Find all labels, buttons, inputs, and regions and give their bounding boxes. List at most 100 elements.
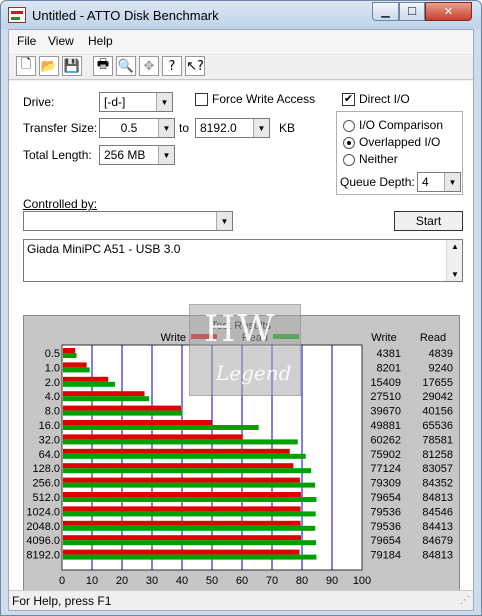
bar-read [63, 511, 316, 517]
bar-read [63, 540, 317, 546]
bar-write [63, 448, 290, 454]
print-preview-button[interactable]: 🔍 [116, 56, 136, 76]
table-write-value: 75902 [370, 449, 401, 461]
table-write-value: 79184 [370, 550, 401, 562]
maximize-button[interactable]: ☐ [399, 2, 425, 21]
chevron-down-icon[interactable]: ▼ [158, 119, 174, 137]
queue-depth-label: Queue Depth: [340, 175, 415, 189]
bar-write [63, 434, 243, 440]
bar-write [63, 405, 182, 411]
move-icon: ✥ [143, 58, 155, 74]
direct-io-checkbox[interactable]: ✔ [342, 93, 355, 106]
bar-read [63, 367, 90, 373]
io-comparison-radio[interactable] [343, 120, 355, 132]
bar-write [63, 376, 109, 382]
bar-write [63, 506, 301, 512]
status-text: For Help, press F1 [12, 594, 112, 608]
menu-help[interactable]: Help [88, 34, 113, 48]
bar-read [63, 410, 183, 416]
bar-read [63, 396, 150, 402]
drive-value: [-d-] [104, 95, 126, 109]
start-button[interactable]: Start [394, 211, 463, 231]
resize-grip-icon[interactable]: ⋰ [460, 595, 470, 606]
queue-depth-value: 4 [422, 175, 429, 189]
hwlegend-watermark: HW Legend [189, 304, 301, 396]
transfer-from-select[interactable]: 0.5 ▼ [99, 118, 175, 138]
minimize-button[interactable]: ▁ [372, 2, 399, 21]
transfer-to-value: 8192.0 [200, 121, 237, 135]
description-scrollbar[interactable]: ▲ ▼ [446, 240, 462, 281]
chevron-down-icon[interactable]: ▼ [253, 119, 269, 137]
menu-view[interactable]: View [48, 34, 74, 48]
chevron-down-icon[interactable]: ▼ [216, 212, 232, 230]
table-write-value: 60262 [370, 434, 401, 446]
close-button[interactable]: ✕ [425, 2, 472, 21]
scroll-down-icon[interactable]: ▼ [451, 270, 459, 279]
neither-label: Neither [359, 152, 398, 166]
neither-radio[interactable] [343, 154, 355, 166]
x-tick-label: 40 [176, 575, 188, 587]
bar-read [63, 453, 306, 459]
benchmark-panel: Drive: [-d-] ▼ Force Write Access ✔ Dire… [9, 81, 473, 605]
menu-bar: File View Help [9, 30, 473, 52]
table-read-value: 4839 [429, 348, 453, 360]
bar-read [63, 468, 312, 474]
kb-label: KB [279, 121, 296, 135]
bar-write [63, 463, 294, 469]
description-textarea[interactable]: Giada MiniPC A51 - USB 3.0 ▲ ▼ [23, 239, 463, 282]
table-read-value: 83057 [422, 463, 453, 475]
y-tick-label: 2.0 [45, 377, 60, 389]
table-write-value: 79536 [370, 506, 401, 518]
table-read-value: 84352 [422, 478, 453, 490]
queue-depth-select[interactable]: 4 ▼ [417, 172, 461, 192]
controlled-by-select[interactable]: ▼ [23, 211, 233, 231]
to-label: to [179, 121, 190, 135]
bar-write [63, 492, 301, 497]
overlapped-io-radio[interactable] [343, 137, 355, 149]
window-title: Untitled - ATTO Disk Benchmark [32, 8, 219, 23]
table-read-value: 84546 [422, 506, 453, 518]
close-icon: ✕ [443, 6, 454, 18]
table-read-value: 9240 [429, 362, 453, 374]
help-button[interactable]: ? [162, 56, 182, 76]
open-folder-icon: 📂 [40, 58, 58, 74]
minimize-icon: ▁ [381, 6, 390, 18]
y-tick-label: 0.5 [45, 348, 60, 360]
bar-read [63, 353, 77, 358]
x-tick-label: 70 [266, 575, 278, 587]
y-tick-label: 64.0 [39, 449, 60, 461]
y-tick-label: 4.0 [45, 391, 60, 403]
bar-write [63, 420, 212, 425]
table-write-value: 8201 [377, 362, 401, 374]
context-help-button[interactable]: ↖? [185, 56, 205, 76]
force-write-checkbox[interactable] [195, 93, 208, 106]
new-file-button[interactable]: 🗋 [16, 56, 36, 76]
chevron-down-icon[interactable]: ▼ [158, 146, 174, 164]
chevron-down-icon[interactable]: ▼ [444, 173, 460, 191]
open-button[interactable]: 📂 [39, 56, 59, 76]
table-write-value: 15409 [370, 377, 401, 389]
watermark-line2: Legend [216, 361, 292, 385]
y-tick-label: 1024.0 [26, 506, 60, 518]
table-read-value: 17655 [422, 377, 453, 389]
table-write-value: 79309 [370, 478, 401, 490]
client-area: File View Help 🗋 📂 💾 🖶 🔍 ✥ ? ↖? Drive: [… [8, 29, 474, 611]
chevron-down-icon[interactable]: ▼ [156, 93, 172, 111]
title-bar[interactable]: Untitled - ATTO Disk Benchmark ▁ ☐ ✕ [1, 1, 481, 29]
transfer-to-select[interactable]: 8192.0 ▼ [195, 118, 270, 138]
menu-file[interactable]: File [17, 34, 36, 48]
move-button[interactable]: ✥ [139, 56, 159, 76]
x-tick-label: 10 [86, 575, 98, 587]
table-read-value: 29042 [422, 391, 453, 403]
bar-read [63, 554, 317, 560]
bar-write [63, 348, 76, 353]
bar-write [63, 391, 145, 397]
drive-select[interactable]: [-d-] ▼ [99, 92, 173, 112]
scroll-up-icon[interactable]: ▲ [451, 242, 459, 251]
save-button[interactable]: 💾 [62, 56, 82, 76]
total-length-select[interactable]: 256 MB ▼ [99, 145, 175, 165]
print-button[interactable]: 🖶 [93, 56, 113, 76]
new-file-icon: 🗋 [20, 57, 32, 72]
table-write-value: 49881 [370, 420, 401, 432]
table-read-value: 84813 [422, 492, 453, 504]
